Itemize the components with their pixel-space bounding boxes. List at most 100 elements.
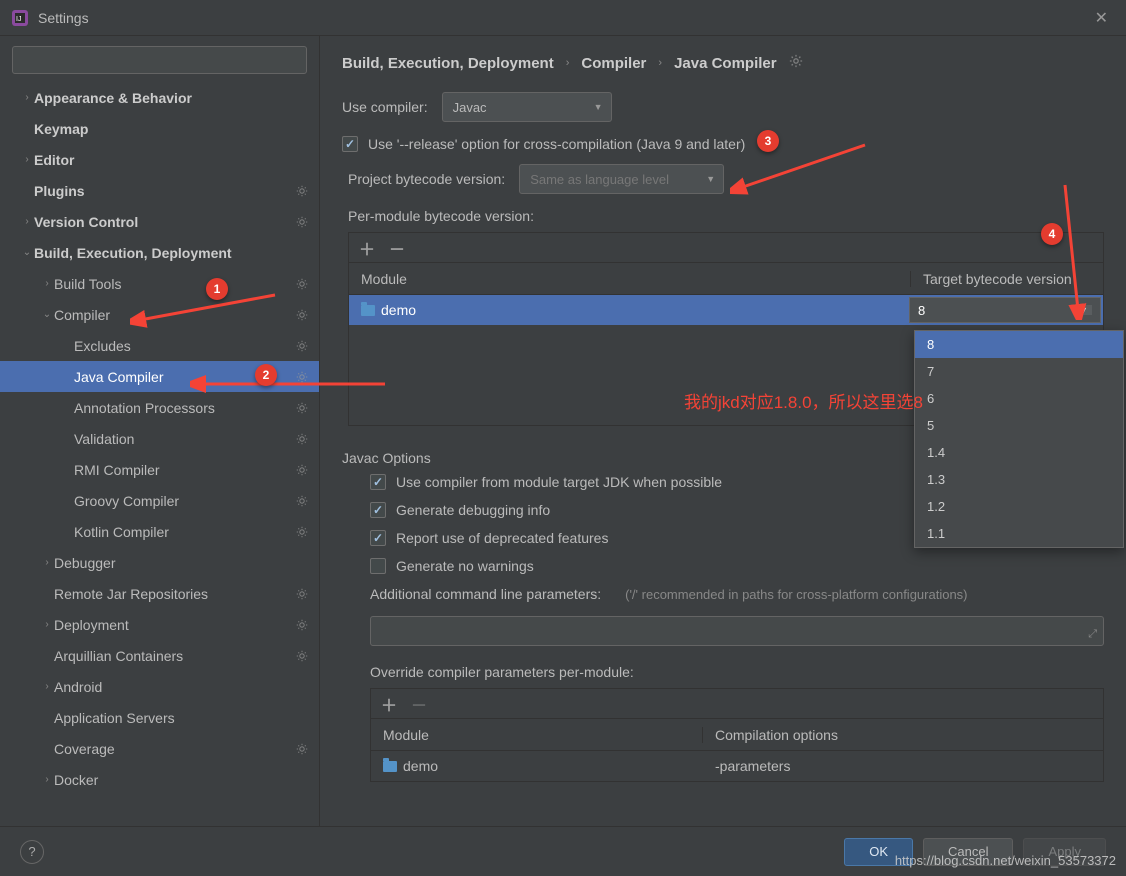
override-module-cell: demo: [371, 751, 703, 781]
tree-item-application-servers[interactable]: Application Servers: [0, 702, 319, 733]
close-icon[interactable]: ✕: [1089, 8, 1114, 28]
chevron-right-icon: ›: [658, 57, 662, 69]
search-input[interactable]: [12, 46, 307, 74]
dropdown-option[interactable]: 1.4: [915, 439, 1123, 466]
tree-item-docker[interactable]: ›Docker: [0, 764, 319, 795]
tree-item-keymap[interactable]: Keymap: [0, 113, 319, 144]
col-options: Compilation options: [703, 727, 1103, 743]
tree-item-build-execution-deployment[interactable]: ⌄Build, Execution, Deployment: [0, 237, 319, 268]
no-warnings-checkbox[interactable]: [370, 558, 386, 574]
additional-params-hint: ('/' recommended in paths for cross-plat…: [625, 587, 967, 602]
tree-item-editor[interactable]: ›Editor: [0, 144, 319, 175]
breadcrumb-part[interactable]: Compiler: [581, 55, 646, 72]
dropdown-option[interactable]: 6: [915, 385, 1123, 412]
chevron-down-icon: ▼: [706, 174, 715, 184]
gear-icon: [295, 277, 309, 291]
gear-icon: [295, 432, 309, 446]
dropdown-option[interactable]: 5: [915, 412, 1123, 439]
gear-icon: [295, 463, 309, 477]
release-option-label: Use '--release' option for cross-compila…: [368, 136, 745, 152]
tree-item-version-control[interactable]: ›Version Control: [0, 206, 319, 237]
gear-icon: [295, 618, 309, 632]
add-override-button[interactable]: ＋: [381, 692, 397, 716]
compiler-select[interactable]: Javac ▼: [442, 92, 612, 122]
tree-item-kotlin-compiler[interactable]: Kotlin Compiler: [0, 516, 319, 547]
tree-item-label: Groovy Compiler: [74, 493, 295, 509]
gen-debug-checkbox[interactable]: [370, 502, 386, 518]
tree-item-appearance-behavior[interactable]: ›Appearance & Behavior: [0, 82, 319, 113]
tree-item-label: Deployment: [54, 617, 295, 633]
tree-item-rmi-compiler[interactable]: RMI Compiler: [0, 454, 319, 485]
chevron-icon: ⌄: [20, 247, 34, 258]
use-compiler-label: Use compiler:: [342, 99, 428, 115]
chevron-icon: ›: [40, 278, 54, 289]
breadcrumb-part: Java Compiler: [674, 55, 777, 72]
expand-icon[interactable]: ⤢: [1088, 628, 1097, 641]
gear-icon: [295, 649, 309, 663]
project-bytecode-select[interactable]: Same as language level ▼: [519, 164, 724, 194]
folder-icon: [383, 761, 397, 772]
annotation-arrow: [1050, 180, 1090, 320]
annotation-arrow: [130, 290, 280, 330]
dropdown-option[interactable]: 1.3: [915, 466, 1123, 493]
tree-item-plugins[interactable]: Plugins: [0, 175, 319, 206]
gear-icon: [789, 54, 803, 72]
dropdown-option[interactable]: 8: [915, 331, 1123, 358]
override-row[interactable]: demo -parameters: [371, 751, 1103, 781]
gear-icon: [295, 215, 309, 229]
dropdown-option[interactable]: 7: [915, 358, 1123, 385]
tree-item-excludes[interactable]: Excludes: [0, 330, 319, 361]
gear-icon: [295, 339, 309, 353]
tree-item-groovy-compiler[interactable]: Groovy Compiler: [0, 485, 319, 516]
tree-item-coverage[interactable]: Coverage: [0, 733, 319, 764]
app-icon: IJ: [12, 10, 28, 26]
tree-item-label: Android: [54, 679, 309, 695]
tree-item-label: Plugins: [34, 183, 295, 199]
override-table-toolbar: ＋ －: [371, 689, 1103, 719]
chevron-down-icon: ▼: [594, 102, 603, 112]
no-warnings-label: Generate no warnings: [396, 558, 534, 574]
tree-item-label: Editor: [34, 152, 309, 168]
svg-text:IJ: IJ: [16, 16, 21, 23]
remove-override-button[interactable]: －: [411, 692, 427, 716]
release-option-checkbox[interactable]: [342, 136, 358, 152]
module-table-toolbar: ＋ －: [349, 233, 1103, 263]
tree-item-debugger[interactable]: ›Debugger: [0, 547, 319, 578]
tree-item-label: Kotlin Compiler: [74, 524, 295, 540]
add-module-button[interactable]: ＋: [359, 236, 375, 260]
tree-item-annotation-processors[interactable]: Annotation Processors: [0, 392, 319, 423]
tree-item-validation[interactable]: Validation: [0, 423, 319, 454]
override-table-header: Module Compilation options: [371, 719, 1103, 751]
col-module: Module: [349, 271, 911, 287]
target-bytecode-dropdown[interactable]: 87651.41.31.21.1: [914, 330, 1124, 548]
tree-item-label: Validation: [74, 431, 295, 447]
chevron-icon: ›: [40, 774, 54, 785]
chevron-icon: ›: [40, 681, 54, 692]
remove-module-button[interactable]: －: [389, 236, 405, 260]
report-deprecated-label: Report use of deprecated features: [396, 530, 608, 546]
chevron-icon: ⌄: [40, 309, 54, 320]
override-options-cell: -parameters: [703, 751, 1103, 781]
tree-item-label: Keymap: [34, 121, 309, 137]
tree-item-label: Arquillian Containers: [54, 648, 295, 664]
tree-item-android[interactable]: ›Android: [0, 671, 319, 702]
tree-item-deployment[interactable]: ›Deployment: [0, 609, 319, 640]
tree-item-arquillian-containers[interactable]: Arquillian Containers: [0, 640, 319, 671]
per-module-label: Per-module bytecode version:: [348, 208, 1104, 224]
additional-params-input[interactable]: ⤢: [370, 616, 1104, 646]
module-row[interactable]: demo 8 ▼: [349, 295, 1103, 325]
dropdown-option[interactable]: 1.2: [915, 493, 1123, 520]
tree-item-label: Build, Execution, Deployment: [34, 245, 309, 261]
report-deprecated-checkbox[interactable]: [370, 530, 386, 546]
gear-icon: [295, 587, 309, 601]
help-button[interactable]: ?: [20, 840, 44, 864]
annotation-arrow: [190, 374, 390, 394]
dropdown-option[interactable]: 1.1: [915, 520, 1123, 547]
use-module-jdk-checkbox[interactable]: [370, 474, 386, 490]
breadcrumb-part[interactable]: Build, Execution, Deployment: [342, 55, 554, 72]
tree-item-remote-jar-repositories[interactable]: Remote Jar Repositories: [0, 578, 319, 609]
gear-icon: [295, 401, 309, 415]
annotation-badge-1: 1: [206, 278, 228, 300]
titlebar: IJ Settings ✕: [0, 0, 1126, 36]
col-module: Module: [371, 727, 703, 743]
